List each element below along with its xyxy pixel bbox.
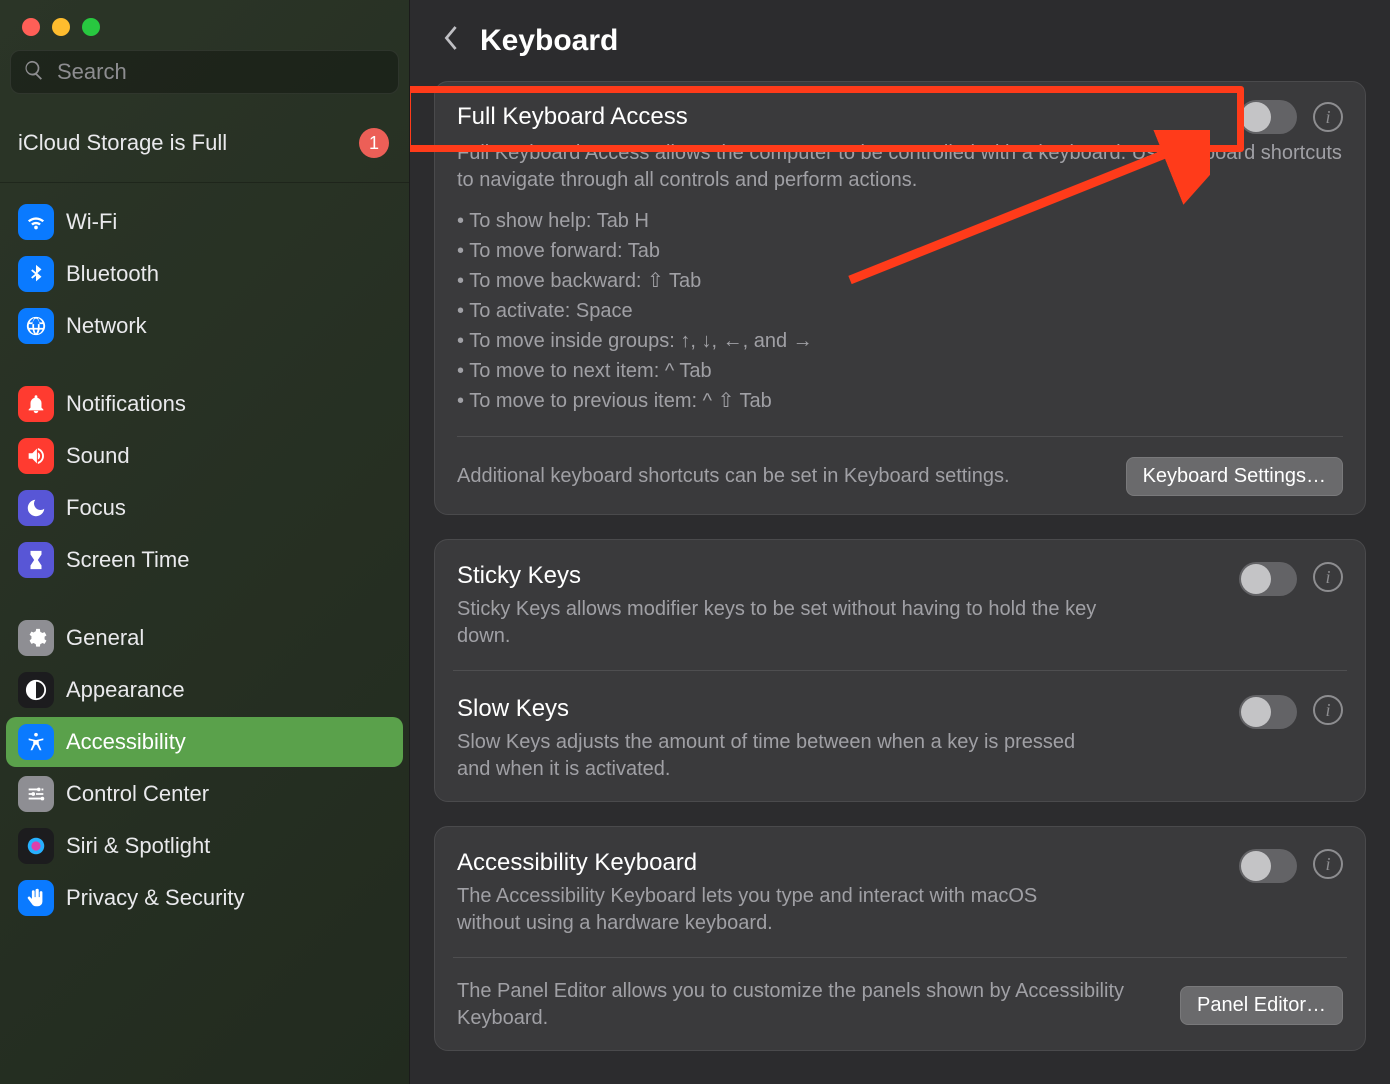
fka-footer-text: Additional keyboard shortcuts can be set… bbox=[457, 463, 1010, 490]
panel-editor-button[interactable]: Panel Editor… bbox=[1180, 986, 1343, 1025]
sliders-icon bbox=[18, 776, 54, 812]
fka-help-list: • To show help: Tab H• To move forward: … bbox=[457, 206, 1343, 416]
panel-accessibility-keyboard: Accessibility Keyboard The Accessibility… bbox=[434, 826, 1366, 1051]
gear-icon bbox=[18, 620, 54, 656]
sidebar-item-siri-spotlight[interactable]: Siri & Spotlight bbox=[6, 821, 403, 871]
page-title: Keyboard bbox=[480, 24, 618, 58]
sidebar-group-network: Wi-Fi Bluetooth Network bbox=[0, 183, 409, 365]
sidebar-item-general[interactable]: General bbox=[6, 613, 403, 663]
sidebar-item-label: Privacy & Security bbox=[66, 885, 245, 911]
sidebar-item-privacy-security[interactable]: Privacy & Security bbox=[6, 873, 403, 923]
main-content: Keyboard Full Keyboard Access i Full Key… bbox=[410, 0, 1390, 1084]
sidebar-group-system: General Appearance Accessibility Control Ce… bbox=[0, 599, 409, 937]
help-line: • To move backward: ⇧ Tab bbox=[457, 266, 1343, 296]
fka-info-button[interactable]: i bbox=[1313, 102, 1343, 132]
globe-icon bbox=[18, 308, 54, 344]
fka-toggle[interactable] bbox=[1239, 100, 1297, 134]
wifi-icon bbox=[18, 204, 54, 240]
sidebar-item-label: Focus bbox=[66, 495, 126, 521]
moon-icon bbox=[18, 490, 54, 526]
bell-icon bbox=[18, 386, 54, 422]
header: Keyboard bbox=[434, 0, 1366, 81]
hand-icon bbox=[18, 880, 54, 916]
ak-footer-text: The Panel Editor allows you to customize… bbox=[457, 978, 1160, 1032]
divider bbox=[453, 957, 1347, 958]
sidebar-item-label: Screen Time bbox=[66, 547, 190, 573]
sidebar-item-label: Siri & Spotlight bbox=[66, 833, 210, 859]
sticky-description: Sticky Keys allows modifier keys to be s… bbox=[457, 596, 1223, 650]
sidebar-item-label: Notifications bbox=[66, 391, 186, 417]
sidebar-item-label: Accessibility bbox=[66, 729, 186, 755]
sidebar-item-network[interactable]: Network bbox=[6, 301, 403, 351]
sidebar-item-screen-time[interactable]: Screen Time bbox=[6, 535, 403, 585]
fka-title: Full Keyboard Access bbox=[457, 103, 1223, 131]
ak-description: The Accessibility Keyboard lets you type… bbox=[457, 883, 1223, 937]
sidebar: iCloud Storage is Full 1 Wi-Fi Bluetooth N… bbox=[0, 0, 410, 1084]
sidebar-item-control-center[interactable]: Control Center bbox=[6, 769, 403, 819]
sidebar-item-focus[interactable]: Focus bbox=[6, 483, 403, 533]
sidebar-item-sound[interactable]: Sound bbox=[6, 431, 403, 481]
help-line: • To move to next item: ^ Tab bbox=[457, 356, 1343, 386]
search-field[interactable] bbox=[10, 50, 399, 94]
window-controls bbox=[0, 10, 409, 50]
panel-sticky-slow: Sticky Keys Sticky Keys allows modifier … bbox=[434, 539, 1366, 802]
chevron-left-icon bbox=[440, 22, 462, 54]
sidebar-item-wi-fi[interactable]: Wi-Fi bbox=[6, 197, 403, 247]
storage-banner-badge: 1 bbox=[359, 128, 389, 158]
sticky-title: Sticky Keys bbox=[457, 562, 1223, 590]
slow-info-button[interactable]: i bbox=[1313, 695, 1343, 725]
sidebar-group-alerts: Notifications Sound Focus Screen Time bbox=[0, 365, 409, 599]
ak-title: Accessibility Keyboard bbox=[457, 849, 1223, 877]
back-button[interactable] bbox=[440, 22, 462, 59]
panel-full-keyboard-access: Full Keyboard Access i Full Keyboard Acc… bbox=[434, 81, 1366, 515]
sidebar-item-label: Sound bbox=[66, 443, 130, 469]
help-line: • To move forward: Tab bbox=[457, 236, 1343, 266]
sidebar-item-label: Control Center bbox=[66, 781, 209, 807]
sidebar-item-label: Bluetooth bbox=[66, 261, 159, 287]
sidebar-item-accessibility[interactable]: Accessibility bbox=[6, 717, 403, 767]
divider bbox=[453, 670, 1347, 671]
divider bbox=[457, 436, 1343, 437]
siri-icon bbox=[18, 828, 54, 864]
help-line: • To activate: Space bbox=[457, 296, 1343, 326]
search-icon bbox=[23, 59, 45, 86]
search-input[interactable] bbox=[55, 58, 386, 86]
bluetooth-icon bbox=[18, 256, 54, 292]
hourglass-icon bbox=[18, 542, 54, 578]
help-line: • To move inside groups: ↑, ↓, ←, and → bbox=[457, 326, 1343, 356]
accessibility-icon bbox=[18, 724, 54, 760]
storage-banner-text: iCloud Storage is Full bbox=[18, 130, 227, 156]
sidebar-item-appearance[interactable]: Appearance bbox=[6, 665, 403, 715]
minimize-window-button[interactable] bbox=[52, 18, 70, 36]
ak-toggle[interactable] bbox=[1239, 849, 1297, 883]
sticky-toggle[interactable] bbox=[1239, 562, 1297, 596]
sticky-info-button[interactable]: i bbox=[1313, 562, 1343, 592]
sidebar-item-label: Wi-Fi bbox=[66, 209, 117, 235]
keyboard-settings-button[interactable]: Keyboard Settings… bbox=[1126, 457, 1343, 496]
maximize-window-button[interactable] bbox=[82, 18, 100, 36]
sidebar-item-bluetooth[interactable]: Bluetooth bbox=[6, 249, 403, 299]
sidebar-item-label: Appearance bbox=[66, 677, 185, 703]
sidebar-item-label: Network bbox=[66, 313, 147, 339]
sidebar-item-notifications[interactable]: Notifications bbox=[6, 379, 403, 429]
sidebar-item-label: General bbox=[66, 625, 144, 651]
ak-info-button[interactable]: i bbox=[1313, 849, 1343, 879]
sound-icon bbox=[18, 438, 54, 474]
contrast-icon bbox=[18, 672, 54, 708]
slow-description: Slow Keys adjusts the amount of time bet… bbox=[457, 729, 1223, 783]
help-line: • To move to previous item: ^ ⇧ Tab bbox=[457, 386, 1343, 416]
slow-title: Slow Keys bbox=[457, 695, 1223, 723]
storage-banner[interactable]: iCloud Storage is Full 1 bbox=[0, 106, 409, 183]
slow-toggle[interactable] bbox=[1239, 695, 1297, 729]
fka-description: Full Keyboard Access allows the computer… bbox=[457, 140, 1343, 194]
close-window-button[interactable] bbox=[22, 18, 40, 36]
help-line: • To show help: Tab H bbox=[457, 206, 1343, 236]
